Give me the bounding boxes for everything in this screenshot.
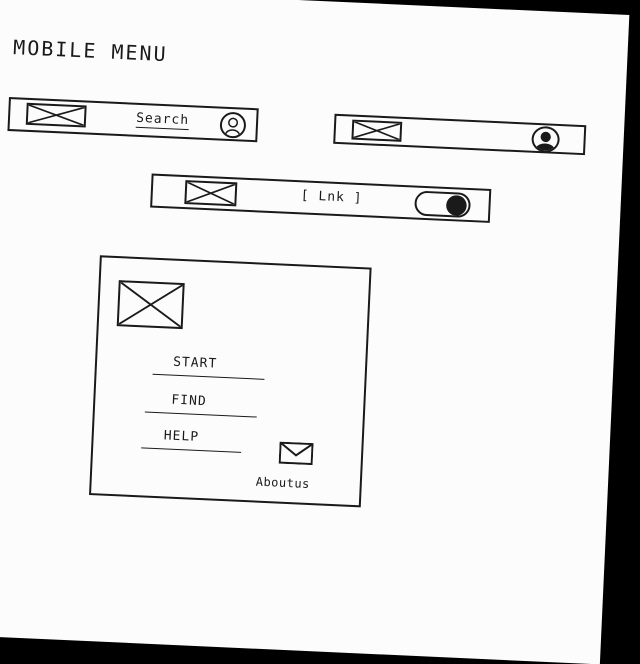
profile-nav-bar bbox=[333, 113, 587, 156]
nav-link[interactable]: [ Lnk ] bbox=[300, 188, 362, 206]
side-menu-panel: START FIND HELP Aboutus bbox=[89, 255, 372, 508]
about-us-link[interactable]: Aboutus bbox=[255, 475, 310, 491]
image-placeholder-icon bbox=[116, 280, 185, 330]
paper-sheet: MOBILE MENU Search [Lnk] START FIND HE… bbox=[0, 0, 630, 664]
envelope-icon[interactable] bbox=[278, 441, 314, 466]
menu-divider bbox=[141, 447, 242, 453]
user-outline-icon[interactable] bbox=[219, 111, 247, 139]
image-placeholder-icon bbox=[351, 119, 403, 142]
menu-divider bbox=[144, 411, 257, 418]
menu-item-help[interactable]: HELP bbox=[163, 428, 199, 445]
menu-item-find[interactable]: FIND bbox=[171, 393, 207, 410]
user-filled-icon[interactable] bbox=[531, 125, 561, 153]
toggle-switch-icon[interactable] bbox=[414, 190, 472, 219]
image-placeholder-icon bbox=[184, 180, 238, 207]
page-title: MOBILE MENU bbox=[12, 35, 169, 67]
search-nav-bar: Search bbox=[7, 96, 259, 143]
menu-divider bbox=[152, 373, 265, 380]
link-nav-bar: [ Lnk ] bbox=[150, 173, 492, 223]
search-link[interactable]: Search bbox=[135, 110, 190, 131]
menu-item-start[interactable]: START bbox=[173, 355, 218, 372]
image-placeholder-icon bbox=[25, 102, 87, 128]
